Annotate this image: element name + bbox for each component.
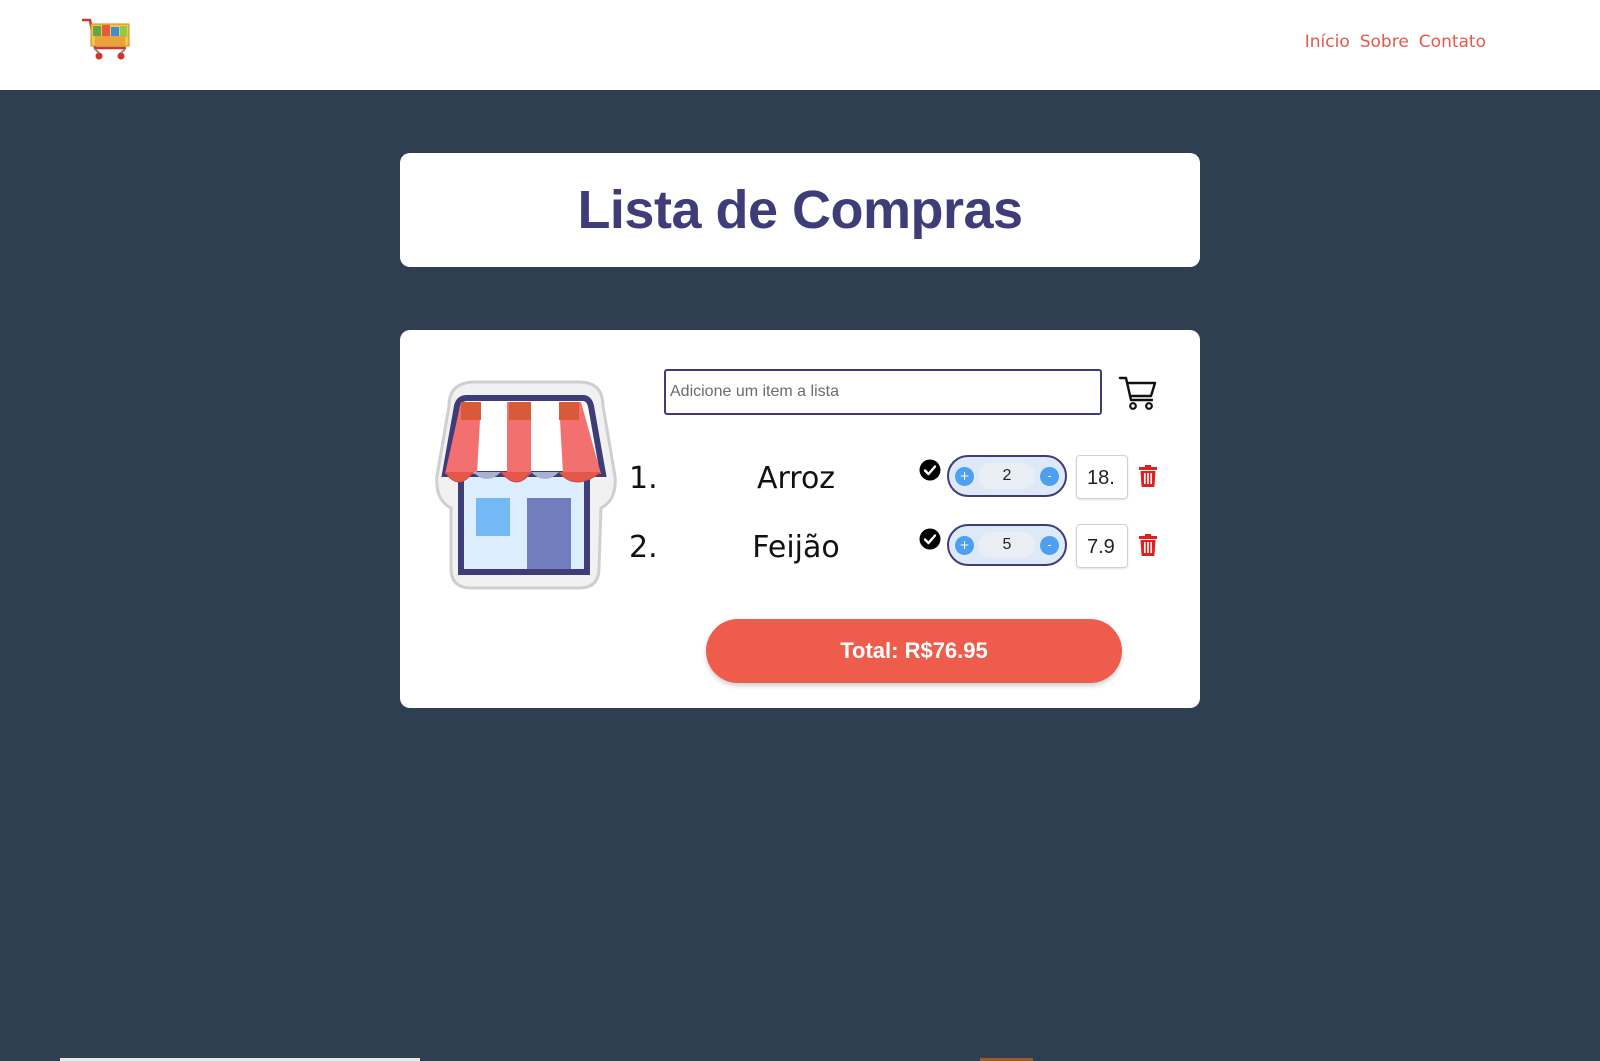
item-name: Arroz [756, 461, 836, 496]
price-field[interactable]: 7.9 [1076, 524, 1128, 568]
navbar: Início Sobre Contato [0, 0, 1600, 90]
trash-icon[interactable] [1139, 465, 1157, 487]
item-number: 1. [629, 461, 658, 496]
total-button[interactable]: Total: R$76.95 [706, 619, 1122, 683]
increment-button[interactable]: + [955, 467, 974, 486]
quantity-value[interactable]: 2 [979, 463, 1035, 489]
nav-link-sobre[interactable]: Sobre [1360, 32, 1409, 52]
cart-icon[interactable] [1118, 374, 1158, 412]
shopping-list-card: 1. Arroz + 2 - 18. 2. Feijão + 5 [400, 330, 1200, 708]
page-title: Lista de Compras [577, 180, 1023, 240]
nav-links: Início Sobre Contato [1305, 32, 1486, 52]
check-circle-icon[interactable] [919, 459, 941, 481]
decrement-button[interactable]: - [1040, 467, 1059, 486]
item-name: Feijão [752, 530, 840, 565]
shopping-cart-logo-icon[interactable] [81, 16, 133, 64]
list-item: 1. Arroz + 2 - 18. [629, 455, 1169, 505]
add-item-input[interactable] [664, 369, 1102, 415]
price-field[interactable]: 18. [1076, 455, 1128, 499]
item-number: 2. [629, 530, 658, 565]
check-circle-icon[interactable] [919, 528, 941, 550]
decrement-button[interactable]: - [1040, 536, 1059, 555]
title-card: Lista de Compras [400, 153, 1200, 267]
nav-link-inicio[interactable]: Início [1305, 32, 1350, 52]
list-item: 2. Feijão + 5 - 7.9 [629, 524, 1169, 574]
quantity-stepper: + 5 - [947, 524, 1067, 566]
quantity-value[interactable]: 5 [979, 532, 1035, 558]
trash-icon[interactable] [1139, 534, 1157, 556]
nav-link-contato[interactable]: Contato [1419, 32, 1486, 52]
store-icon [435, 380, 617, 590]
quantity-stepper: + 2 - [947, 455, 1067, 497]
increment-button[interactable]: + [955, 536, 974, 555]
